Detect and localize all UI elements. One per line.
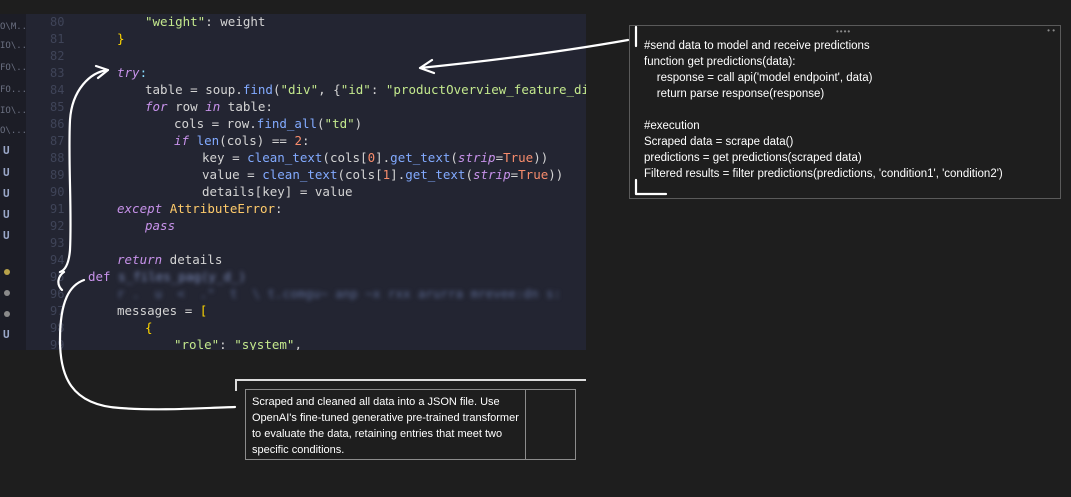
popup-bracket <box>634 25 668 196</box>
def-bracket-arrow <box>57 270 237 411</box>
arrow-to-try-block <box>418 38 630 75</box>
annotation-overlay <box>57 25 668 411</box>
try-block-bracket <box>58 64 110 274</box>
